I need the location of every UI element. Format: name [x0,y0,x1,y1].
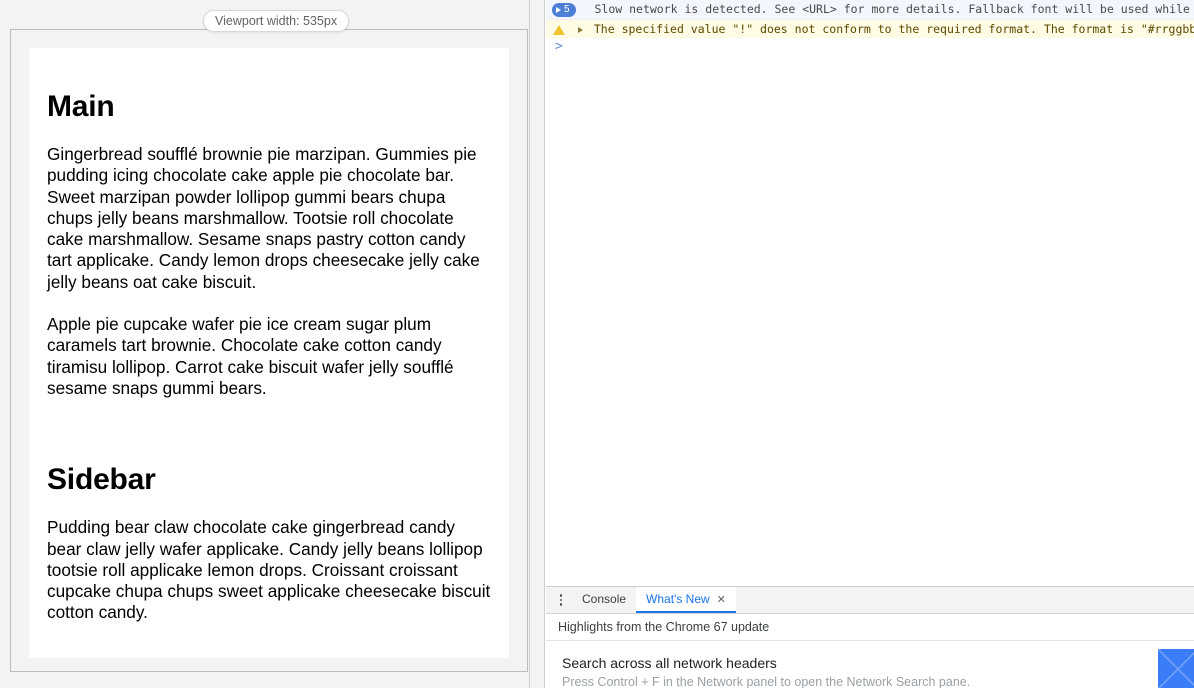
sidebar-heading: Sidebar [47,463,491,496]
whats-new-content: Search across all network headers Press … [546,641,1194,688]
console-message-warning[interactable]: The specified value "!" does not conform… [546,20,1194,40]
repeat-count-value: 5 [564,2,570,17]
console-message-list: 5 Slow network is detected. See <URL> fo… [546,0,1194,40]
close-icon[interactable]: ✕ [717,593,726,606]
whats-new-subtitle: Highlights from the Chrome 67 update [546,614,1194,641]
whats-new-thumbnail-image [1158,649,1194,688]
devtools-drawer: Console What's New ✕ Highlights from the… [546,586,1194,688]
main-paragraph-2: Apple pie cupcake wafer pie ice cream su… [47,314,491,399]
drawer-tab-console-label: Console [582,592,626,606]
console-prompt-row[interactable]: > [546,38,1194,56]
sidebar-paragraph-1: Pudding bear claw chocolate cake gingerb… [47,517,491,623]
drawer-tab-whats-new[interactable]: What's New ✕ [636,587,736,613]
drawer-tab-bar: Console What's New ✕ [546,587,1194,614]
pane-splitter[interactable] [529,0,545,688]
drawer-tab-whats-new-label: What's New [646,592,710,606]
devtools-device-mode-screen: Viewport width: 535px Main Gingerbread s… [0,0,1194,688]
device-viewport-frame[interactable]: Main Gingerbread soufflé brownie pie mar… [10,29,528,672]
rendered-page[interactable]: Main Gingerbread soufflé brownie pie mar… [29,48,509,658]
main-paragraph-1: Gingerbread soufflé brownie pie marzipan… [47,144,491,293]
page-content: Main Gingerbread soufflé brownie pie mar… [29,48,509,658]
more-vertical-icon[interactable] [550,587,572,613]
viewport-width-tooltip: Viewport width: 535px [203,10,349,32]
console-message-info[interactable]: 5 Slow network is detected. See <URL> fo… [546,0,1194,20]
expand-triangle-icon [556,7,561,13]
console-message-text: Slow network is detected. See <URL> for … [595,2,1194,16]
devtools-panel: 5 Slow network is detected. See <URL> fo… [546,0,1194,688]
console-warning-text: The specified value "!" does not conform… [594,22,1194,36]
repeat-count-badge[interactable]: 5 [552,3,576,17]
whats-new-item-title[interactable]: Search across all network headers [562,655,1194,671]
main-heading: Main [47,90,491,123]
viewport-width-label: Viewport width: 535px [215,14,337,28]
whats-new-item-description: Press Control + F in the Network panel t… [562,675,1194,688]
device-mode-pane: Viewport width: 535px Main Gingerbread s… [0,0,545,688]
warning-triangle-icon [553,25,565,35]
drawer-tab-console[interactable]: Console [572,587,636,613]
disclosure-triangle-icon[interactable] [578,27,583,33]
console-prompt-caret-icon: > [555,39,563,54]
